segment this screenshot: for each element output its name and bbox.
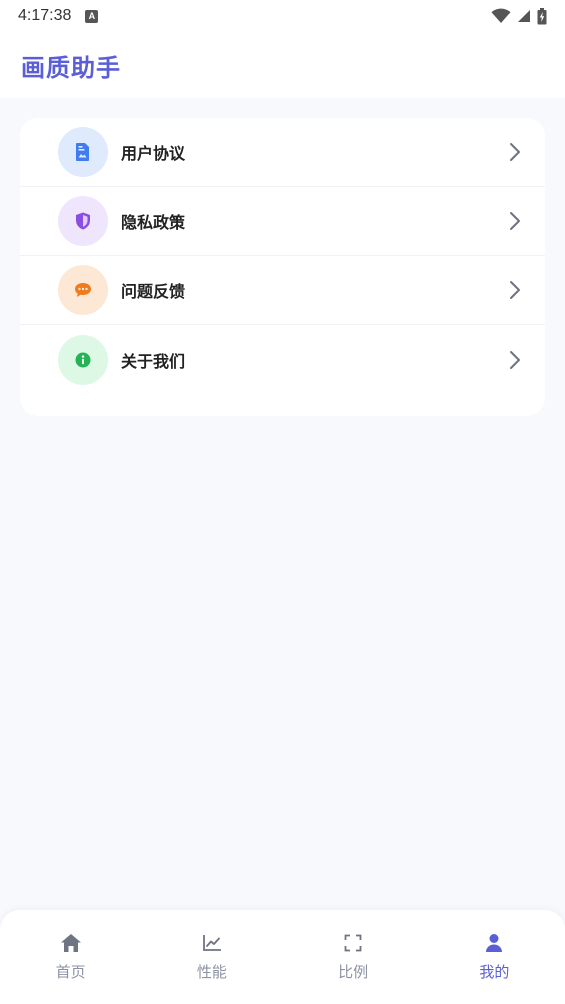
- nav-item-mine[interactable]: 我的: [424, 910, 565, 1004]
- nav-item-ratio[interactable]: 比例: [283, 910, 424, 1004]
- menu-item-about-us[interactable]: 关于我们: [20, 325, 545, 394]
- home-icon: [60, 932, 82, 954]
- settings-menu-card: 用户协议 隐私政策 问题反馈 关于我们: [20, 118, 545, 416]
- app-screen: 4:17:38 A 画质助手 用户协议 隐私政策 问题反馈 关于我们 首页 性能…: [0, 0, 565, 1004]
- chevron-right-icon: [510, 212, 520, 230]
- menu-item-feedback[interactable]: 问题反馈: [20, 256, 545, 325]
- user-icon: [483, 932, 505, 954]
- menu-item-label: 用户协议: [121, 144, 186, 163]
- document-icon-badge: [58, 127, 108, 177]
- app-header: 画质助手: [0, 32, 565, 98]
- status-left: 4:17:38 A: [18, 7, 99, 25]
- nav-label: 性能: [196, 963, 227, 981]
- menu-item-privacy-policy[interactable]: 隐私政策: [20, 187, 545, 256]
- chat-bubble-icon: [75, 283, 91, 297]
- info-icon: [75, 352, 91, 367]
- chevron-right-icon: [510, 281, 520, 299]
- menu-item-label: 问题反馈: [121, 282, 186, 301]
- menu-item-label: 关于我们: [121, 351, 186, 371]
- shield-icon-badge: [58, 196, 108, 246]
- chat-bubble-icon-badge: [58, 265, 108, 315]
- nav-label: 我的: [479, 963, 510, 981]
- wifi-icon: [491, 8, 511, 23]
- nav-label: 首页: [55, 963, 86, 981]
- shield-icon: [76, 212, 90, 230]
- chevron-right-icon: [510, 143, 520, 161]
- notification-icon: A: [85, 9, 99, 23]
- fullscreen-icon: [342, 932, 364, 954]
- info-icon-badge: [58, 334, 108, 385]
- signal-icon: [518, 10, 530, 22]
- bottom-nav: 首页 性能 比例 我的: [0, 910, 565, 1004]
- nav-item-performance[interactable]: 性能: [141, 910, 282, 1004]
- chart-line-icon: [201, 932, 223, 954]
- nav-item-home[interactable]: 首页: [0, 910, 141, 1004]
- page-title: 画质助手: [21, 53, 121, 82]
- status-bar: 4:17:38 A: [0, 0, 565, 32]
- chevron-right-icon: [510, 350, 520, 369]
- nav-label: 比例: [338, 963, 369, 981]
- status-right: [491, 7, 547, 25]
- battery-charging-icon: [537, 7, 547, 24]
- menu-item-user-agreement[interactable]: 用户协议: [20, 118, 545, 187]
- menu-item-label: 隐私政策: [121, 213, 186, 232]
- document-icon: [76, 143, 89, 161]
- status-time: 4:17:38: [18, 7, 72, 24]
